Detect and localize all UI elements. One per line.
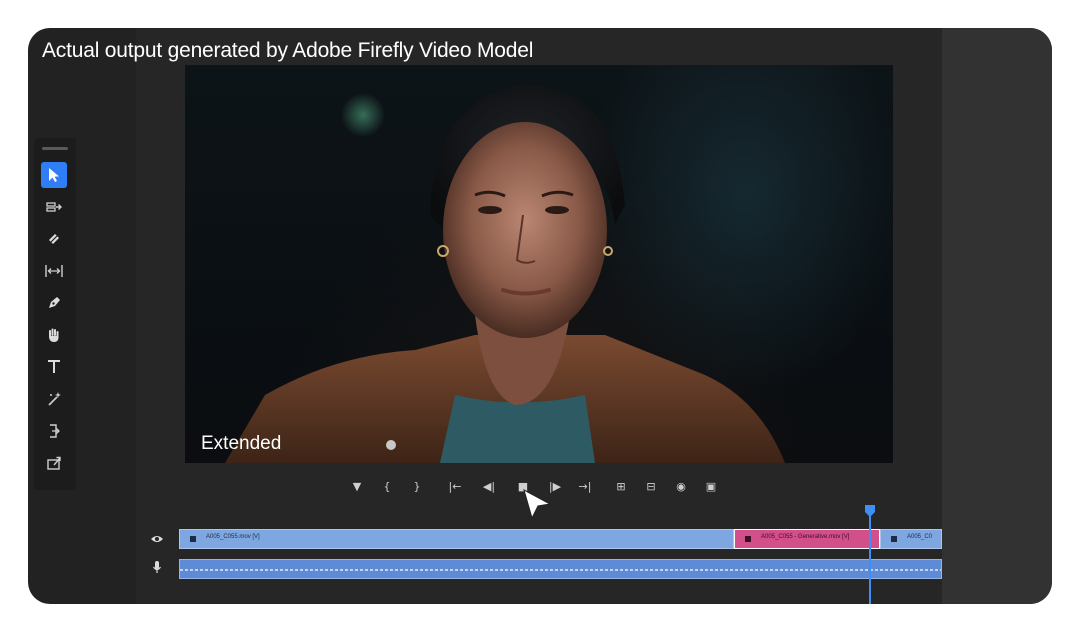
mouse-cursor-icon [521, 487, 555, 526]
microphone-icon [152, 560, 162, 579]
type-icon [46, 359, 62, 375]
marker-icon: ▼ [352, 479, 362, 493]
clip-name: A005_C055 - Generative.mov [V] [761, 534, 850, 540]
comparison-view-button[interactable]: ▣ [700, 475, 722, 497]
mark-out-button[interactable]: } [408, 475, 426, 497]
type-tool[interactable] [41, 354, 67, 380]
pen-icon [46, 295, 62, 311]
mark-out-icon: } [413, 479, 421, 493]
playhead-line [869, 514, 871, 604]
step-back-icon: ◀| [482, 479, 496, 493]
ripple-edit-tool[interactable] [41, 418, 67, 444]
generative-extend-tool[interactable] [41, 386, 67, 412]
mark-in-icon: { [383, 479, 391, 493]
go-to-out-icon: →| [578, 479, 592, 493]
track-visibility-toggle[interactable] [148, 531, 166, 549]
go-to-in-button[interactable]: |← [444, 475, 466, 497]
hand-icon [46, 327, 62, 343]
clip-fx-icon [891, 536, 897, 542]
insert-button[interactable]: ⊞ [610, 475, 632, 497]
add-marker-button[interactable]: ▼ [348, 475, 366, 497]
camera-icon: ◉ [676, 479, 686, 493]
tools-panel [34, 138, 76, 490]
slip-icon [44, 263, 64, 279]
panel-grip[interactable] [42, 147, 68, 150]
audio-track-record-toggle[interactable] [148, 560, 166, 578]
overwrite-icon: ⊟ [646, 479, 656, 493]
pen-tool[interactable] [41, 290, 67, 316]
transport-controls: ▼ { } |← ◀| ■ |▶ →| ⊞ ⊟ ◉ ▣ [348, 475, 768, 497]
razor-icon [46, 231, 62, 247]
clip-fx-icon [190, 536, 196, 542]
slip-tool[interactable] [41, 258, 67, 284]
selection-tool[interactable] [41, 162, 67, 188]
arrow-pointer-icon [47, 167, 61, 183]
video-frame-image [225, 85, 785, 463]
eye-icon [150, 531, 164, 549]
go-to-in-icon: |← [448, 479, 462, 493]
track-select-forward-icon [45, 199, 63, 215]
razor-tool[interactable] [41, 226, 67, 252]
comparison-view-icon: ▣ [705, 479, 717, 493]
clip-name: A005_C055.mov [V] [206, 534, 260, 540]
audio-clip[interactable] [179, 559, 942, 579]
video-clip[interactable]: A005_C0 [880, 529, 942, 549]
video-clip[interactable]: A005_C055.mov [V] [179, 529, 734, 549]
program-monitor: Extended [185, 65, 893, 463]
track-select-tool[interactable] [41, 194, 67, 220]
demo-frame: Actual output generated by Adobe Firefly… [28, 28, 1052, 604]
mark-in-button[interactable]: { [378, 475, 396, 497]
step-back-button[interactable]: ◀| [478, 475, 500, 497]
hand-tool[interactable] [41, 322, 67, 348]
side-panel-background [942, 28, 1052, 604]
clip-name: A005_C0 [907, 534, 933, 540]
insert-icon: ⊞ [616, 479, 626, 493]
video-overlay-label: Extended [201, 433, 282, 454]
ripple-edit-icon [46, 423, 62, 439]
clip-fx-icon [745, 536, 751, 542]
caption: Actual output generated by Adobe Firefly… [42, 39, 534, 62]
export-frame-button[interactable]: ◉ [670, 475, 692, 497]
export-icon [46, 455, 62, 471]
export-frame-tool[interactable] [41, 450, 67, 476]
magic-wand-icon [46, 391, 62, 407]
overwrite-button[interactable]: ⊟ [640, 475, 662, 497]
go-to-out-button[interactable]: →| [574, 475, 596, 497]
generated-video-clip[interactable]: A005_C055 - Generative.mov [V] [734, 529, 880, 549]
